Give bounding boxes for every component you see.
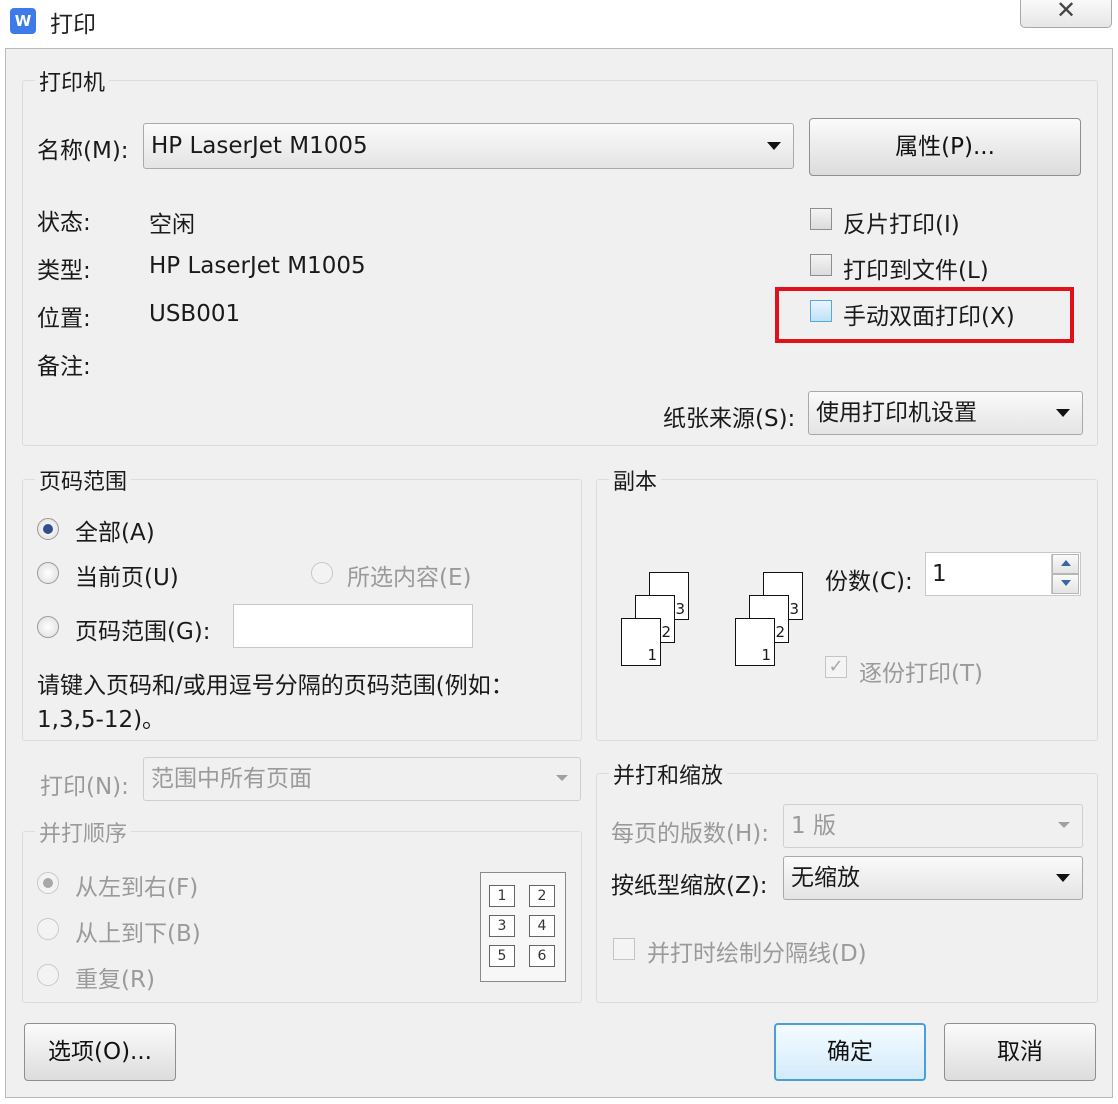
radio-all-pages[interactable]: [37, 518, 59, 540]
reverse-print-checkbox[interactable]: [810, 208, 832, 230]
comment-label: 备注:: [37, 354, 91, 380]
page-order-icon: 1 2 3 4 5 6: [480, 872, 566, 982]
print-what-select: 范围中所有页面: [143, 757, 581, 801]
print-dialog: 打印机 名称(M): HP LaserJet M1005 属性(P)... 状态…: [5, 48, 1113, 1098]
spin-down-icon[interactable]: [1052, 574, 1079, 594]
radio-page-range-label[interactable]: 页码范围(G):: [75, 612, 211, 646]
radio-current-page-label[interactable]: 当前页(U): [75, 558, 179, 592]
copies-group-label: 副本: [609, 464, 662, 496]
radio-top-to-bottom: [37, 918, 59, 940]
paper-source-label: 纸张来源(S):: [663, 406, 796, 432]
page-range-hint-line1: 请键入页码和/或用逗号分隔的页码范围(例如：: [37, 673, 514, 699]
status-value: 空闲: [149, 212, 195, 238]
location-value: USB001: [149, 301, 241, 327]
chevron-down-icon: [556, 775, 568, 781]
order-cell: 2: [529, 885, 555, 907]
order-cell: 1: [489, 885, 515, 907]
pages-per-sheet-select: 1 版: [783, 804, 1083, 848]
checkmark-icon: ✓: [828, 656, 844, 677]
page-icon: 1: [621, 618, 661, 666]
radio-left-to-right: [37, 872, 59, 894]
status-label: 状态:: [37, 210, 91, 236]
order-cell: 4: [529, 915, 555, 937]
pages-per-sheet-value: 1 版: [791, 813, 836, 839]
options-button[interactable]: 选项(O)...: [24, 1023, 176, 1081]
print-order-group-label: 并打顺序: [35, 816, 132, 848]
type-value: HP LaserJet M1005: [149, 253, 366, 279]
chevron-down-icon: [1056, 409, 1070, 417]
radio-page-range[interactable]: [37, 616, 59, 638]
print-to-file-checkbox[interactable]: [810, 254, 832, 276]
paper-source-value: 使用打印机设置: [816, 400, 977, 426]
radio-selection: [311, 562, 333, 584]
printer-group-label: 打印机: [35, 65, 110, 97]
collate-checkbox: ✓: [825, 656, 847, 678]
copies-spinner[interactable]: [1051, 554, 1079, 594]
draw-borders-label: 并打时绘制分隔线(D): [647, 941, 867, 967]
order-cell: 6: [529, 945, 555, 967]
page-range-input[interactable]: [233, 604, 473, 648]
window-title: 打印: [50, 12, 96, 38]
radio-repeat-label: 重复(R): [75, 967, 155, 993]
close-button[interactable]: ✕: [1020, 0, 1112, 28]
properties-button[interactable]: 属性(P)...: [809, 118, 1081, 176]
printer-group: 打印机 名称(M): HP LaserJet M1005 属性(P)... 状态…: [22, 65, 1098, 446]
radio-left-to-right-label: 从左到右(F): [75, 875, 199, 901]
printer-name-label: 名称(M):: [37, 138, 129, 164]
page-range-hint-line2: 1,3,5-12)。: [37, 707, 166, 733]
paper-source-select[interactable]: 使用打印机设置: [808, 391, 1083, 435]
scale-select[interactable]: 无缩放: [783, 856, 1083, 900]
radio-all-pages-label[interactable]: 全部(A): [75, 513, 155, 547]
highlight-box: [775, 287, 1074, 343]
chevron-down-icon: [1058, 822, 1070, 828]
radio-top-to-bottom-label: 从上到下(B): [75, 921, 201, 947]
printer-name-value: HP LaserJet M1005: [151, 133, 368, 159]
scale-value: 无缩放: [791, 865, 860, 891]
scale-label: 按纸型缩放(Z):: [611, 873, 768, 899]
zoom-group: 并打和缩放 每页的版数(H): 1 版 按纸型缩放(Z): 无缩放 并打时绘制分…: [596, 758, 1098, 1003]
copies-count-label: 份数(C):: [825, 569, 913, 595]
print-to-file-label[interactable]: 打印到文件(L): [843, 251, 989, 285]
page-range-group-label: 页码范围: [35, 464, 132, 496]
order-cell: 3: [489, 915, 515, 937]
copies-count-value: 1: [932, 561, 947, 587]
print-what-label: 打印(N):: [40, 774, 129, 800]
radio-repeat: [37, 964, 59, 986]
collate-label: 逐份打印(T): [859, 661, 983, 687]
chevron-down-icon: [767, 142, 781, 150]
chevron-down-icon: [1056, 874, 1070, 882]
title-bar: W 打印 ✕: [0, 0, 1118, 44]
page-range-group: 页码范围 全部(A) 当前页(U) 所选内容(E) 页码范围(G): 请键入页码…: [22, 464, 582, 741]
page-icon: 1: [735, 618, 775, 666]
zoom-group-label: 并打和缩放: [609, 758, 728, 790]
location-label: 位置:: [37, 306, 91, 332]
type-label: 类型:: [37, 258, 91, 284]
ok-button[interactable]: 确定: [774, 1023, 926, 1081]
close-icon: ✕: [1055, 0, 1077, 24]
print-order-group: 并打顺序 从左到右(F) 从上到下(B) 重复(R) 1 2 3 4 5 6: [22, 816, 582, 1003]
printer-name-select[interactable]: HP LaserJet M1005: [143, 123, 794, 169]
copies-group: 副本 3 2 1 3 2 1 份数(C): 1 ✓ 逐份打印(T): [596, 464, 1098, 741]
reverse-print-label[interactable]: 反片打印(I): [843, 205, 960, 239]
spin-up-icon[interactable]: [1052, 554, 1079, 574]
draw-borders-checkbox: [613, 938, 635, 960]
radio-selection-label: 所选内容(E): [347, 565, 472, 591]
radio-current-page[interactable]: [37, 562, 59, 584]
print-what-value: 范围中所有页面: [151, 766, 312, 792]
cancel-button[interactable]: 取消: [944, 1023, 1096, 1081]
wps-app-icon: W: [10, 8, 36, 34]
order-cell: 5: [489, 945, 515, 967]
pages-per-sheet-label: 每页的版数(H):: [611, 821, 769, 847]
